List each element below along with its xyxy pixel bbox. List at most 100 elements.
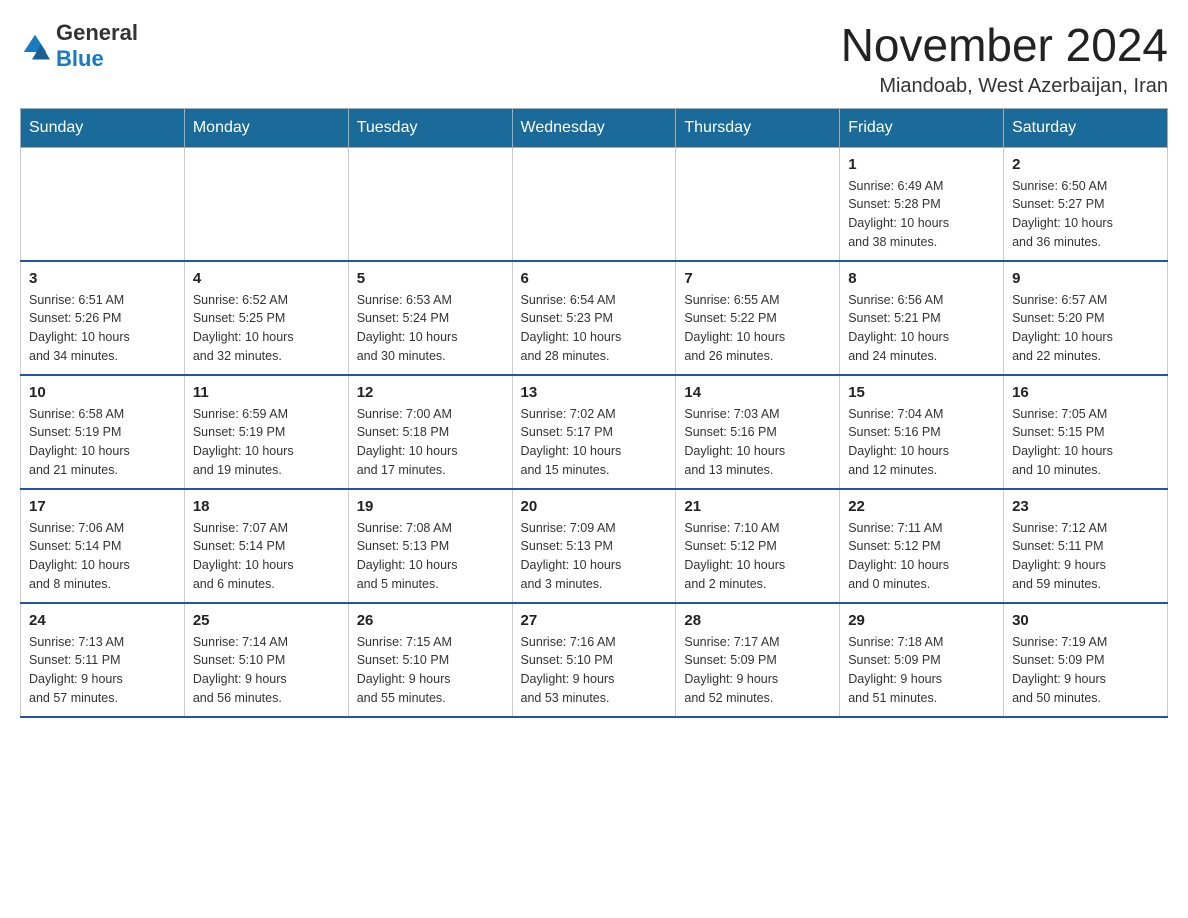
calendar-cell: 26 Sunrise: 7:15 AM Sunset: 5:10 PM Dayli… bbox=[348, 603, 512, 717]
day-number: 13 bbox=[521, 384, 668, 401]
calendar-week-row: 24 Sunrise: 7:13 AM Sunset: 5:11 PM Dayli… bbox=[21, 603, 1168, 717]
day-info: Sunrise: 7:03 AM Sunset: 5:16 PM Dayligh… bbox=[684, 405, 831, 480]
calendar-cell: 2 Sunrise: 6:50 AM Sunset: 5:27 PM Daylig… bbox=[1004, 147, 1168, 261]
day-info: Sunrise: 6:49 AM Sunset: 5:28 PM Dayligh… bbox=[848, 177, 995, 252]
day-number: 11 bbox=[193, 384, 340, 401]
calendar-cell: 28 Sunrise: 7:17 AM Sunset: 5:09 PM Dayli… bbox=[676, 603, 840, 717]
calendar-cell: 22 Sunrise: 7:11 AM Sunset: 5:12 PM Dayli… bbox=[840, 489, 1004, 603]
weekday-header-wednesday: Wednesday bbox=[512, 108, 676, 147]
day-info: Sunrise: 6:59 AM Sunset: 5:19 PM Dayligh… bbox=[193, 405, 340, 480]
logo-icon bbox=[20, 31, 50, 61]
calendar-cell: 1 Sunrise: 6:49 AM Sunset: 5:28 PM Daylig… bbox=[840, 147, 1004, 261]
day-number: 1 bbox=[848, 156, 995, 173]
calendar-cell: 7 Sunrise: 6:55 AM Sunset: 5:22 PM Daylig… bbox=[676, 261, 840, 375]
logo: General Blue bbox=[20, 20, 138, 72]
day-number: 19 bbox=[357, 498, 504, 515]
day-info: Sunrise: 7:10 AM Sunset: 5:12 PM Dayligh… bbox=[684, 519, 831, 594]
day-number: 23 bbox=[1012, 498, 1159, 515]
calendar-cell bbox=[512, 147, 676, 261]
day-number: 10 bbox=[29, 384, 176, 401]
weekday-header-saturday: Saturday bbox=[1004, 108, 1168, 147]
location: Miandoab, West Azerbaijan, Iran bbox=[841, 75, 1168, 98]
day-info: Sunrise: 7:02 AM Sunset: 5:17 PM Dayligh… bbox=[521, 405, 668, 480]
calendar-cell: 15Sunrise: 7:04 AM Sunset: 5:16 PM Dayli… bbox=[840, 375, 1004, 489]
day-number: 28 bbox=[684, 612, 831, 629]
day-info: Sunrise: 7:06 AM Sunset: 5:14 PM Dayligh… bbox=[29, 519, 176, 594]
calendar-cell: 11 Sunrise: 6:59 AM Sunset: 5:19 PM Dayli… bbox=[184, 375, 348, 489]
weekday-header-friday: Friday bbox=[840, 108, 1004, 147]
day-info: Sunrise: 7:13 AM Sunset: 5:11 PM Dayligh… bbox=[29, 633, 176, 708]
day-info: Sunrise: 6:54 AM Sunset: 5:23 PM Dayligh… bbox=[521, 291, 668, 366]
logo-text: General Blue bbox=[56, 20, 138, 72]
day-info: Sunrise: 7:07 AM Sunset: 5:14 PM Dayligh… bbox=[193, 519, 340, 594]
calendar-week-row: 10 Sunrise: 6:58 AM Sunset: 5:19 PM Dayli… bbox=[21, 375, 1168, 489]
day-number: 3 bbox=[29, 270, 176, 287]
calendar-cell: 17 Sunrise: 7:06 AM Sunset: 5:14 PM Dayli… bbox=[21, 489, 185, 603]
calendar-cell: 14 Sunrise: 7:03 AM Sunset: 5:16 PM Dayli… bbox=[676, 375, 840, 489]
calendar-cell bbox=[184, 147, 348, 261]
page-header: General Blue November 2024 Miandoab, Wes… bbox=[20, 20, 1168, 98]
day-number: 27 bbox=[521, 612, 668, 629]
day-info: Sunrise: 7:00 AM Sunset: 5:18 PM Dayligh… bbox=[357, 405, 504, 480]
calendar-cell: 4Sunrise: 6:52 AM Sunset: 5:25 PM Daylig… bbox=[184, 261, 348, 375]
day-info: Sunrise: 7:12 AM Sunset: 5:11 PM Dayligh… bbox=[1012, 519, 1159, 594]
day-number: 16 bbox=[1012, 384, 1159, 401]
calendar-cell: 3 Sunrise: 6:51 AM Sunset: 5:26 PM Daylig… bbox=[21, 261, 185, 375]
calendar-cell: 18 Sunrise: 7:07 AM Sunset: 5:14 PM Dayli… bbox=[184, 489, 348, 603]
month-title: November 2024 bbox=[841, 20, 1168, 71]
day-number: 30 bbox=[1012, 612, 1159, 629]
calendar-cell: 30 Sunrise: 7:19 AM Sunset: 5:09 PM Dayli… bbox=[1004, 603, 1168, 717]
day-number: 2 bbox=[1012, 156, 1159, 173]
weekday-header-sunday: Sunday bbox=[21, 108, 185, 147]
day-info: Sunrise: 7:17 AM Sunset: 5:09 PM Dayligh… bbox=[684, 633, 831, 708]
calendar-cell: 25Sunrise: 7:14 AM Sunset: 5:10 PM Dayli… bbox=[184, 603, 348, 717]
calendar-cell bbox=[21, 147, 185, 261]
calendar-cell: 9 Sunrise: 6:57 AM Sunset: 5:20 PM Daylig… bbox=[1004, 261, 1168, 375]
weekday-header-thursday: Thursday bbox=[676, 108, 840, 147]
weekday-header-monday: Monday bbox=[184, 108, 348, 147]
day-number: 9 bbox=[1012, 270, 1159, 287]
day-info: Sunrise: 7:16 AM Sunset: 5:10 PM Dayligh… bbox=[521, 633, 668, 708]
day-number: 12 bbox=[357, 384, 504, 401]
calendar-cell: 6 Sunrise: 6:54 AM Sunset: 5:23 PM Daylig… bbox=[512, 261, 676, 375]
day-number: 17 bbox=[29, 498, 176, 515]
calendar-cell: 10 Sunrise: 6:58 AM Sunset: 5:19 PM Dayli… bbox=[21, 375, 185, 489]
calendar-week-row: 3 Sunrise: 6:51 AM Sunset: 5:26 PM Daylig… bbox=[21, 261, 1168, 375]
calendar-cell: 29Sunrise: 7:18 AM Sunset: 5:09 PM Dayli… bbox=[840, 603, 1004, 717]
calendar-cell: 21 Sunrise: 7:10 AM Sunset: 5:12 PM Dayli… bbox=[676, 489, 840, 603]
day-info: Sunrise: 7:15 AM Sunset: 5:10 PM Dayligh… bbox=[357, 633, 504, 708]
day-info: Sunrise: 6:51 AM Sunset: 5:26 PM Dayligh… bbox=[29, 291, 176, 366]
day-number: 26 bbox=[357, 612, 504, 629]
day-info: Sunrise: 6:55 AM Sunset: 5:22 PM Dayligh… bbox=[684, 291, 831, 366]
day-number: 21 bbox=[684, 498, 831, 515]
day-info: Sunrise: 7:04 AM Sunset: 5:16 PM Dayligh… bbox=[848, 405, 995, 480]
calendar-cell: 27 Sunrise: 7:16 AM Sunset: 5:10 PM Dayli… bbox=[512, 603, 676, 717]
day-info: Sunrise: 6:57 AM Sunset: 5:20 PM Dayligh… bbox=[1012, 291, 1159, 366]
day-number: 25 bbox=[193, 612, 340, 629]
calendar-cell: 19 Sunrise: 7:08 AM Sunset: 5:13 PM Dayli… bbox=[348, 489, 512, 603]
calendar-cell: 23 Sunrise: 7:12 AM Sunset: 5:11 PM Dayli… bbox=[1004, 489, 1168, 603]
day-info: Sunrise: 7:19 AM Sunset: 5:09 PM Dayligh… bbox=[1012, 633, 1159, 708]
calendar-week-row: 17 Sunrise: 7:06 AM Sunset: 5:14 PM Dayli… bbox=[21, 489, 1168, 603]
day-number: 22 bbox=[848, 498, 995, 515]
day-number: 14 bbox=[684, 384, 831, 401]
calendar-cell bbox=[348, 147, 512, 261]
day-number: 4 bbox=[193, 270, 340, 287]
day-info: Sunrise: 6:50 AM Sunset: 5:27 PM Dayligh… bbox=[1012, 177, 1159, 252]
calendar-cell: 16Sunrise: 7:05 AM Sunset: 5:15 PM Dayli… bbox=[1004, 375, 1168, 489]
calendar-cell: 13 Sunrise: 7:02 AM Sunset: 5:17 PM Dayli… bbox=[512, 375, 676, 489]
calendar-cell bbox=[676, 147, 840, 261]
day-number: 29 bbox=[848, 612, 995, 629]
day-info: Sunrise: 7:08 AM Sunset: 5:13 PM Dayligh… bbox=[357, 519, 504, 594]
day-number: 7 bbox=[684, 270, 831, 287]
day-info: Sunrise: 7:11 AM Sunset: 5:12 PM Dayligh… bbox=[848, 519, 995, 594]
day-number: 18 bbox=[193, 498, 340, 515]
weekday-header-tuesday: Tuesday bbox=[348, 108, 512, 147]
day-info: Sunrise: 6:58 AM Sunset: 5:19 PM Dayligh… bbox=[29, 405, 176, 480]
day-number: 6 bbox=[521, 270, 668, 287]
calendar-table: SundayMondayTuesdayWednesdayThursdayFrid… bbox=[20, 108, 1168, 718]
day-info: Sunrise: 7:09 AM Sunset: 5:13 PM Dayligh… bbox=[521, 519, 668, 594]
day-info: Sunrise: 6:56 AM Sunset: 5:21 PM Dayligh… bbox=[848, 291, 995, 366]
day-number: 24 bbox=[29, 612, 176, 629]
calendar-cell: 8Sunrise: 6:56 AM Sunset: 5:21 PM Daylig… bbox=[840, 261, 1004, 375]
